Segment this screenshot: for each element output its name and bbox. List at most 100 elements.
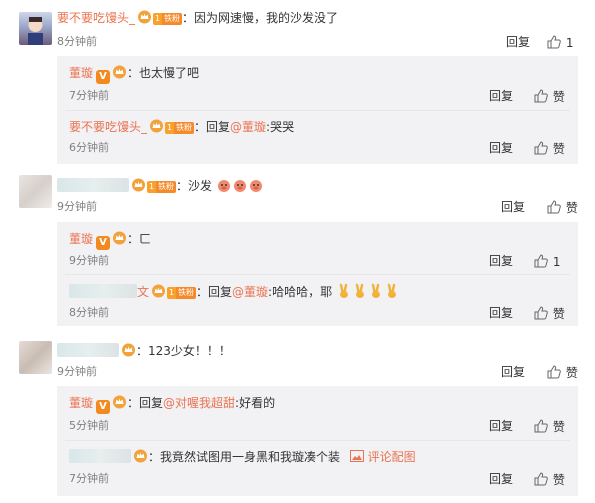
crown-icon — [133, 449, 148, 463]
thumbs-up-icon — [534, 306, 548, 320]
victory-hand-emoji-icon — [368, 283, 384, 299]
blurred-username — [69, 449, 131, 463]
reply-prefix: ：回复 — [127, 396, 164, 410]
comment-time: 8分钟前 — [57, 35, 97, 48]
fan-badge: 1 铁粉 — [147, 181, 176, 193]
reply-prefix: ：回复 — [196, 285, 233, 299]
verified-v-icon: V — [96, 70, 111, 84]
thumbs-up-icon — [534, 254, 548, 268]
crown-icon — [112, 231, 127, 245]
like-count: 1 — [552, 255, 561, 269]
crown-icon — [112, 65, 127, 79]
comment-time: 9分钟前 — [57, 200, 97, 213]
blurred-username — [57, 178, 129, 192]
comment-line: 1 铁粉 ：沙发 — [57, 177, 264, 194]
like-button[interactable]: 赞 — [533, 140, 565, 156]
comment-line: 要不要吃馒头_ 1 铁粉 ：因为网速慢，我的沙发没了 — [57, 10, 338, 26]
thumbs-up-icon — [534, 89, 548, 103]
like-label: 赞 — [552, 420, 565, 434]
pig-emoji-icon — [232, 177, 248, 193]
comment-line: ：123少女！！！ — [57, 343, 231, 359]
fan-badge: 1 铁粉 — [167, 287, 197, 299]
crown-icon — [131, 178, 146, 192]
reply-time: 7分钟前 — [69, 472, 109, 485]
victory-hand-emoji-icon — [336, 283, 352, 299]
crown-icon — [149, 119, 164, 133]
reply-button[interactable]: 回复 — [489, 305, 513, 321]
avatar[interactable] — [19, 175, 52, 208]
pig-emoji-icon — [248, 177, 264, 193]
like-button[interactable]: 赞 — [546, 199, 578, 215]
avatar[interactable] — [19, 341, 52, 374]
reply-time: 6分钟前 — [69, 141, 109, 154]
verified-v-icon: V — [96, 236, 111, 250]
like-label: 赞 — [552, 473, 565, 487]
reply-button[interactable]: 回复 — [489, 418, 513, 434]
crown-icon — [121, 343, 136, 357]
reply-username[interactable]: 董璇 — [69, 66, 93, 80]
comment-image-link[interactable]: 评论配图 — [349, 450, 416, 464]
reply-text: ：ㄈ — [127, 232, 152, 246]
like-button[interactable]: 赞 — [533, 88, 565, 104]
comment-time: 9分钟前 — [57, 365, 97, 378]
thumbs-up-icon — [547, 200, 561, 214]
reply-button[interactable]: 回复 — [489, 253, 513, 269]
like-button[interactable]: 赞 — [533, 305, 565, 321]
thumbs-up-icon — [534, 472, 548, 486]
thumbs-up-icon — [547, 35, 561, 49]
reply-prefix: ：回复 — [194, 120, 231, 134]
divider — [65, 274, 570, 275]
crown-icon — [112, 395, 127, 409]
reply-time: 7分钟前 — [69, 89, 109, 102]
like-button[interactable]: 赞 — [533, 471, 565, 487]
comment-text: ：123少女！！！ — [136, 344, 231, 358]
reply-text: ：也太慢了吧 — [127, 66, 200, 80]
reply-username[interactable]: 要不要吃馒头_ — [69, 120, 147, 134]
like-label: 赞 — [552, 307, 565, 321]
reply-button[interactable]: 回复 — [506, 34, 530, 50]
reply-time: 5分钟前 — [69, 419, 109, 432]
reply-text: :哭哭 — [266, 120, 295, 134]
like-label: 赞 — [565, 201, 578, 215]
reply-time: 9分钟前 — [69, 254, 109, 267]
reply-line: 董璇 V ：也太慢了吧 — [69, 65, 199, 84]
reply-button[interactable]: 回复 — [501, 364, 525, 380]
like-button[interactable]: 赞 — [546, 364, 578, 380]
reply-button[interactable]: 回复 — [489, 140, 513, 156]
reply-line: 董璇 V ：回复@对喔我超甜:好看的 — [69, 395, 275, 414]
like-label: 赞 — [565, 366, 578, 380]
divider — [65, 110, 570, 111]
reply-line: 董璇 V ：ㄈ — [69, 231, 151, 250]
reply-username[interactable]: 董璇 — [69, 232, 93, 246]
verified-v-icon: V — [96, 400, 111, 414]
reply-text: ：我竟然试图用一身黑和我璇凑个装 — [148, 450, 341, 464]
victory-hand-emoji-icon — [352, 283, 368, 299]
like-button[interactable]: 1 — [546, 34, 573, 50]
reply-username-tail[interactable]: 文 — [137, 285, 149, 299]
reply-button[interactable]: 回复 — [489, 88, 513, 104]
avatar[interactable] — [19, 12, 52, 45]
reply-button[interactable]: 回复 — [501, 199, 525, 215]
mention-link[interactable]: @董璇 — [230, 120, 266, 134]
mention-link[interactable]: @董璇 — [232, 285, 268, 299]
crown-icon — [151, 284, 166, 298]
thumbs-up-icon — [534, 419, 548, 433]
comment-text: ：沙发 — [176, 179, 213, 193]
reply-text: :哈哈哈，耶 — [268, 285, 333, 299]
comment-text: ：因为网速慢，我的沙发没了 — [182, 11, 339, 25]
comment-username[interactable]: 要不要吃馒头_ — [57, 11, 135, 25]
comment-image-label: 评论配图 — [367, 450, 416, 464]
pig-emoji-icon — [216, 177, 232, 193]
like-button[interactable]: 1 — [533, 253, 560, 269]
like-count: 1 — [565, 36, 574, 50]
reply-button[interactable]: 回复 — [489, 471, 513, 487]
crown-icon — [137, 10, 152, 24]
reply-line: 文 1 铁粉 ：回复@董璇:哈哈哈，耶 — [69, 283, 400, 300]
thumbs-up-icon — [534, 141, 548, 155]
mention-link[interactable]: @对喔我超甜 — [163, 396, 235, 410]
reply-username[interactable]: 董璇 — [69, 396, 93, 410]
blurred-username — [69, 284, 137, 298]
like-button[interactable]: 赞 — [533, 418, 565, 434]
like-label: 赞 — [552, 142, 565, 156]
fan-badge: 1 铁粉 — [165, 122, 195, 134]
